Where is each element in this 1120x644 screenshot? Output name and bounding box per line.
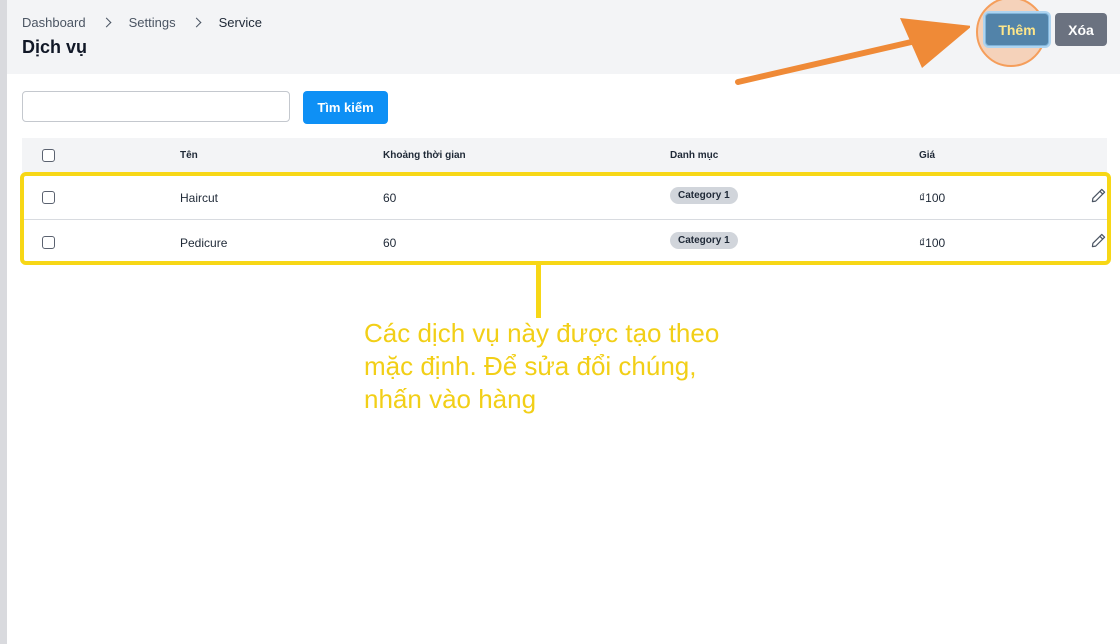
column-header-price: Giá (919, 150, 936, 161)
search-button[interactable]: Tìm kiếm (303, 91, 388, 124)
search-input[interactable] (22, 91, 290, 122)
callout-text: Các dịch vụ này được tạo theo mặc định. … (364, 317, 764, 416)
page-title: Dịch vụ (22, 37, 88, 57)
callout-connector (536, 265, 541, 318)
window-edge (0, 0, 7, 644)
column-header-category: Danh mục (670, 150, 719, 161)
table-header: Tên Khoảng thời gian Danh mục Giá (22, 138, 1107, 174)
callout-line-3: nhấn vào hàng (364, 384, 537, 414)
breadcrumb-dashboard[interactable]: Dashboard (22, 15, 86, 30)
select-all-checkbox[interactable] (42, 149, 55, 162)
add-button[interactable]: Thêm (985, 13, 1049, 46)
chevron-right-icon (191, 17, 202, 27)
chevron-right-icon (101, 17, 112, 27)
breadcrumb-service: Service (218, 14, 262, 30)
column-header-name: Tên (180, 150, 198, 161)
breadcrumb-settings[interactable]: Settings (129, 15, 176, 30)
breadcrumb: Dashboard Settings Service (22, 14, 262, 30)
arrow-annotation (735, 18, 970, 85)
callout-line-1: Các dịch vụ này được tạo theo (364, 318, 720, 348)
column-header-duration: Khoảng thời gian (383, 150, 466, 161)
callout-line-2: mặc định. Để sửa đổi chúng, (364, 351, 697, 381)
delete-button[interactable]: Xóa (1055, 13, 1107, 46)
callout-highlight-box (20, 172, 1111, 265)
